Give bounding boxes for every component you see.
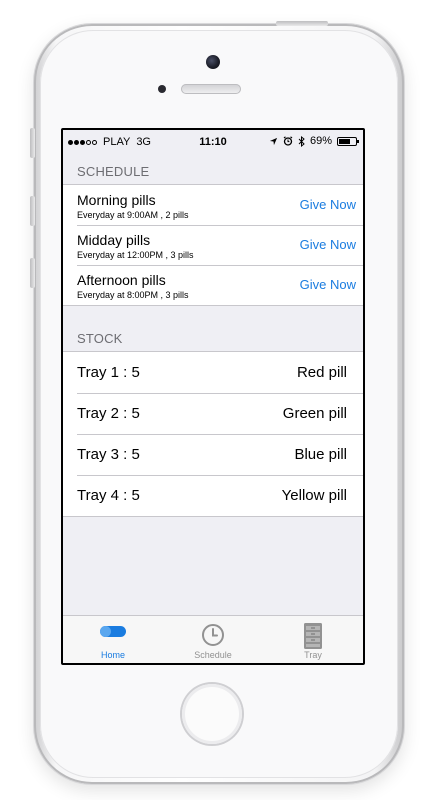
earpiece-speaker xyxy=(181,84,241,94)
alarm-clock-icon xyxy=(283,136,293,146)
tab-home[interactable]: Home xyxy=(63,616,163,663)
schedule-row: Afternoon pills Everyday at 8:00PM , 3 p… xyxy=(63,265,363,305)
tab-tray-label: Tray xyxy=(304,650,322,660)
tab-tray[interactable]: Tray xyxy=(263,616,363,663)
status-right: 69% xyxy=(269,135,359,147)
stock-section-header: STOCK xyxy=(77,331,123,346)
battery-level xyxy=(339,138,351,144)
mute-switch xyxy=(30,128,35,158)
schedule-details: Everyday at 9:00AM , 2 pills xyxy=(77,210,189,220)
schedule-section-header: SCHEDULE xyxy=(77,164,150,179)
give-now-button[interactable]: Give Now xyxy=(300,197,356,212)
tray-count: Tray 3 : 5 xyxy=(77,446,140,463)
pill-icon xyxy=(100,626,126,637)
tray-row[interactable]: Tray 1 : 5 Red pill xyxy=(63,352,363,393)
tab-bar: Home Schedule Tray xyxy=(63,615,363,663)
schedule-title: Afternoon pills xyxy=(77,272,166,288)
screen: PLAY 3G 11:10 69% SCHEDULE Morning pills… xyxy=(61,128,365,665)
app-screen: PLAY 3G 11:10 69% SCHEDULE Morning pills… xyxy=(63,130,363,663)
stock-list: Tray 1 : 5 Red pill Tray 2 : 5 Green pil… xyxy=(63,351,363,517)
schedule-row: Midday pills Everyday at 12:00PM , 3 pil… xyxy=(63,225,363,265)
proximity-sensor xyxy=(158,85,166,93)
schedule-list: Morning pills Everyday at 9:00AM , 2 pil… xyxy=(63,184,363,306)
location-arrow-icon xyxy=(269,137,278,145)
volume-up-button xyxy=(30,196,35,226)
tray-row[interactable]: Tray 3 : 5 Blue pill xyxy=(63,434,363,475)
schedule-row: Morning pills Everyday at 9:00AM , 2 pil… xyxy=(63,185,363,225)
tray-count: Tray 2 : 5 xyxy=(77,405,140,422)
tray-count: Tray 4 : 5 xyxy=(77,487,140,504)
front-camera xyxy=(206,55,220,69)
give-now-button[interactable]: Give Now xyxy=(300,237,356,252)
bluetooth-icon xyxy=(298,135,305,147)
home-button[interactable] xyxy=(182,684,242,744)
tray-pill-name: Yellow pill xyxy=(281,487,347,504)
status-bar: PLAY 3G 11:10 69% xyxy=(63,130,363,154)
schedule-details: Everyday at 8:00PM , 3 pills xyxy=(77,290,189,300)
volume-down-button xyxy=(30,258,35,288)
tray-pill-name: Green pill xyxy=(282,405,347,422)
tray-count: Tray 1 : 5 xyxy=(77,364,140,381)
tab-schedule-label: Schedule xyxy=(194,650,232,660)
battery-icon xyxy=(337,136,359,146)
power-button xyxy=(276,21,328,26)
tray-pill-name: Red pill xyxy=(296,364,347,381)
tab-schedule[interactable]: Schedule xyxy=(163,616,263,663)
cabinet-icon xyxy=(304,623,322,649)
tray-row[interactable]: Tray 2 : 5 Green pill xyxy=(63,393,363,434)
tray-pill-name: Blue pill xyxy=(294,446,347,463)
battery-percent: 69% xyxy=(309,135,332,147)
tab-home-label: Home xyxy=(100,650,125,660)
schedule-title: Midday pills xyxy=(77,232,151,248)
schedule-details: Everyday at 12:00PM , 3 pills xyxy=(77,250,194,260)
schedule-title: Morning pills xyxy=(77,192,156,208)
clock-icon xyxy=(202,624,224,646)
give-now-button[interactable]: Give Now xyxy=(300,277,356,292)
tray-row[interactable]: Tray 4 : 5 Yellow pill xyxy=(63,475,363,516)
